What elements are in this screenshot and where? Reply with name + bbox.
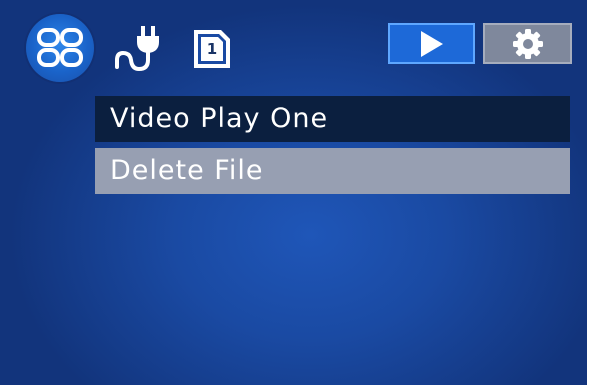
menu-item-label: Delete File — [110, 155, 264, 186]
playback-menu-list: Video Play One Delete File — [95, 96, 570, 194]
gear-icon — [512, 28, 543, 59]
camera-menu-screen: 1 Video Play One Delete File — [0, 0, 595, 385]
sd-card-slot-number: 1 — [206, 40, 218, 58]
tab-settings[interactable] — [483, 23, 572, 64]
sd-card-icon: 1 — [192, 28, 232, 70]
menu-item-video-play-one[interactable]: Video Play One — [95, 96, 570, 142]
play-icon — [420, 30, 443, 57]
grid-menu-icon[interactable] — [26, 14, 94, 82]
power-plug-icon — [112, 20, 164, 76]
menu-item-delete-file[interactable]: Delete File — [95, 148, 570, 194]
tab-playback[interactable] — [388, 23, 475, 64]
menu-item-label: Video Play One — [110, 103, 329, 134]
